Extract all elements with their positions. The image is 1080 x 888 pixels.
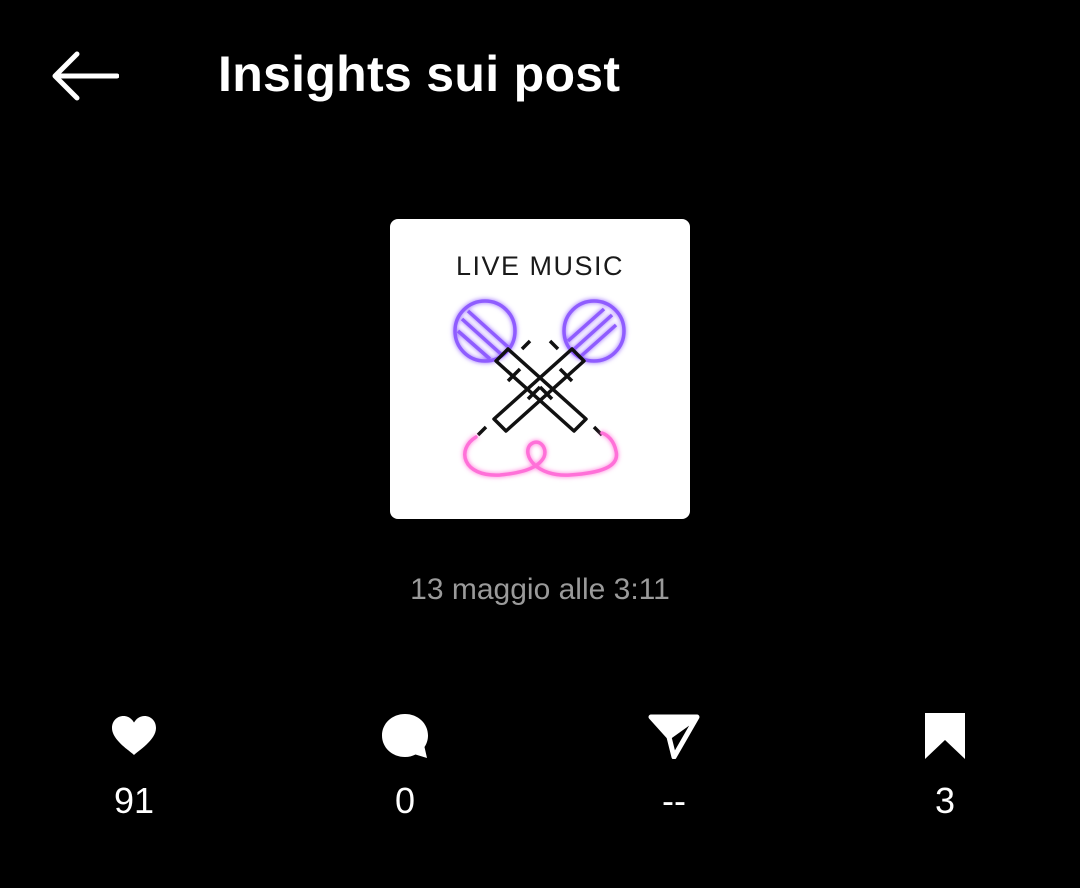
comments-metric[interactable]: 0: [325, 700, 485, 830]
shares-metric[interactable]: --: [594, 700, 754, 830]
metrics-row: 91 0 -- 3: [0, 700, 1080, 830]
heart-icon: [112, 716, 156, 755]
post-thumbnail[interactable]: LIVE MUSIC: [390, 219, 690, 519]
saves-count: 3: [934, 780, 956, 821]
crossed-microphones-image: [453, 299, 626, 477]
comment-icon: [382, 714, 428, 758]
post-date: 13 maggio alle 3:11: [410, 573, 670, 606]
back-button[interactable]: [40, 42, 128, 110]
likes-metric[interactable]: 91: [54, 700, 214, 830]
saves-metric[interactable]: 3: [865, 700, 1025, 830]
likes-count: 91: [113, 780, 155, 821]
send-icon: [648, 714, 700, 759]
header: Insights sui post: [0, 0, 1080, 150]
comments-count: 0: [394, 780, 416, 821]
bookmark-icon: [925, 713, 965, 759]
page-title: Insights sui post: [218, 46, 621, 102]
shares-count: --: [662, 780, 686, 821]
arrow-left-icon: [52, 51, 119, 101]
